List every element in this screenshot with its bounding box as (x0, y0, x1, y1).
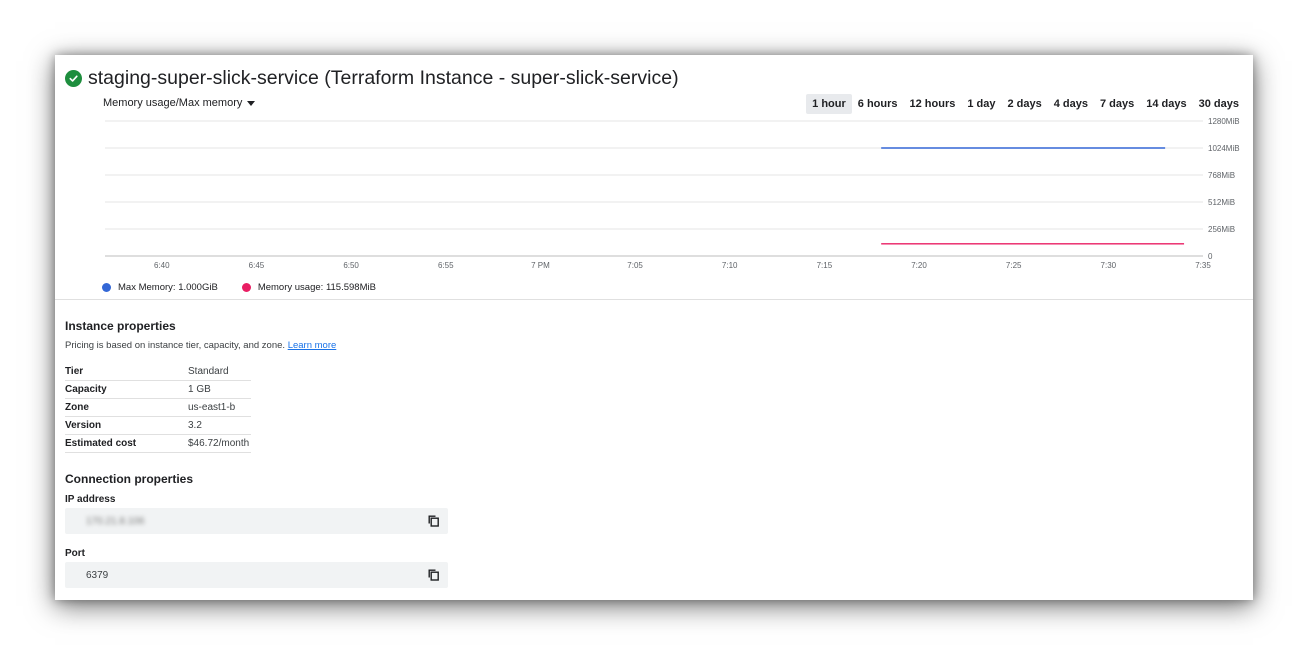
connection-properties-title: Connection properties (65, 472, 194, 486)
range-7-days[interactable]: 7 days (1094, 94, 1140, 114)
instance-properties-title: Instance properties (65, 319, 176, 333)
x-tick-label: 7:30 (1101, 261, 1117, 270)
prop-value-version: 3.2 (188, 416, 251, 435)
chevron-down-icon (247, 100, 256, 106)
range-1-day[interactable]: 1 day (961, 94, 1001, 114)
prop-key-zone: Zone (65, 398, 188, 417)
y-tick-label: 512MiB (1208, 198, 1235, 207)
y-tick-label: 1280MiB (1208, 117, 1240, 126)
port-value: 6379 (86, 570, 109, 581)
x-tick-label: 7 PM (531, 261, 550, 270)
y-tick-label: 0 (1208, 252, 1213, 261)
pricing-text: Pricing is based on instance tier, capac… (65, 340, 286, 351)
x-tick-label: 7:35 (1195, 261, 1211, 270)
time-range-selector: 1 hour 6 hours 12 hours 1 day 2 days 4 d… (806, 94, 1245, 114)
x-tick-label: 7:15 (817, 261, 833, 270)
instance-properties-description: Pricing is based on instance tier, capac… (65, 340, 336, 351)
legend-label-memory-usage: Memory usage (257, 282, 321, 293)
legend-dot-max-memory (102, 283, 111, 292)
ip-address-field: 170.21.8.106 (65, 508, 448, 534)
learn-more-link[interactable]: Learn more (288, 340, 337, 351)
prop-key-capacity: Capacity (65, 380, 188, 399)
legend-value-max-memory: 1.000GiB (178, 282, 218, 293)
y-tick-label: 256MiB (1208, 225, 1235, 234)
copy-icon[interactable] (428, 569, 440, 581)
metric-dropdown-label: Memory usage/Max memory (103, 97, 243, 109)
x-tick-label: 6:45 (249, 261, 265, 270)
check-circle-icon (65, 70, 82, 87)
range-6-hours[interactable]: 6 hours (852, 94, 904, 114)
metric-dropdown[interactable]: Memory usage/Max memory (103, 97, 256, 109)
x-tick-label: 7:05 (627, 261, 643, 270)
x-tick-label: 6:50 (343, 261, 359, 270)
table-row: Estimated cost $46.72/month (65, 434, 251, 453)
range-14-days[interactable]: 14 days (1140, 94, 1192, 114)
table-row: Tier Standard (65, 363, 251, 381)
legend-item-memory-usage: Memory usage: 115.598MiB (241, 282, 376, 293)
y-tick-label: 1024MiB (1208, 144, 1240, 153)
port-field: 6379 (65, 562, 448, 588)
page-title: staging-super-slick-service (Terraform I… (88, 67, 679, 89)
title-row: staging-super-slick-service (Terraform I… (65, 67, 679, 90)
table-row: Version 3.2 (65, 416, 251, 435)
x-tick-label: 7:10 (722, 261, 738, 270)
prop-key-estimated-cost: Estimated cost (65, 434, 188, 453)
prop-key-version: Version (65, 416, 188, 435)
instance-card: staging-super-slick-service (Terraform I… (55, 55, 1253, 600)
prop-value-tier: Standard (188, 363, 251, 381)
ip-address-value: 170.21.8.106 (86, 516, 145, 527)
legend-label-max-memory: Max Memory (118, 282, 173, 293)
x-tick-label: 7:25 (1006, 261, 1022, 270)
legend-dot-memory-usage (241, 283, 251, 292)
memory-chart: 0 256MiB 512MiB 768MiB 1024MiB 1280MiB 6:40 6:4… (105, 117, 1240, 270)
chart-legend: Max Memory: 1.000GiB Memory usage: 115.5… (102, 282, 400, 293)
x-tick-label: 7:20 (911, 261, 927, 270)
legend-value-memory-usage: 115.598MiB (325, 282, 376, 293)
instance-properties-table: Tier Standard Capacity 1 GB Zone us-east1-b… (65, 363, 251, 453)
range-4-days[interactable]: 4 days (1048, 94, 1094, 114)
table-row: Capacity 1 GB (65, 380, 251, 399)
prop-value-zone: us-east1-b (188, 398, 251, 417)
range-1-hour[interactable]: 1 hour (806, 94, 852, 114)
prop-key-tier: Tier (65, 363, 188, 381)
ip-address-label: IP address (65, 494, 116, 505)
section-divider (55, 299, 1253, 300)
y-tick-label: 768MiB (1208, 171, 1235, 180)
table-row: Zone us-east1-b (65, 398, 251, 417)
range-30-days[interactable]: 30 days (1193, 94, 1245, 114)
range-12-hours[interactable]: 12 hours (904, 94, 962, 114)
x-tick-label: 6:55 (438, 261, 454, 270)
copy-icon[interactable] (428, 515, 440, 527)
port-label: Port (65, 548, 85, 559)
x-tick-label: 6:40 (154, 261, 170, 270)
legend-item-max-memory: Max Memory: 1.000GiB (102, 282, 218, 293)
range-2-days[interactable]: 2 days (1002, 94, 1048, 114)
prop-value-capacity: 1 GB (188, 380, 251, 399)
prop-value-estimated-cost: $46.72/month (188, 434, 251, 453)
